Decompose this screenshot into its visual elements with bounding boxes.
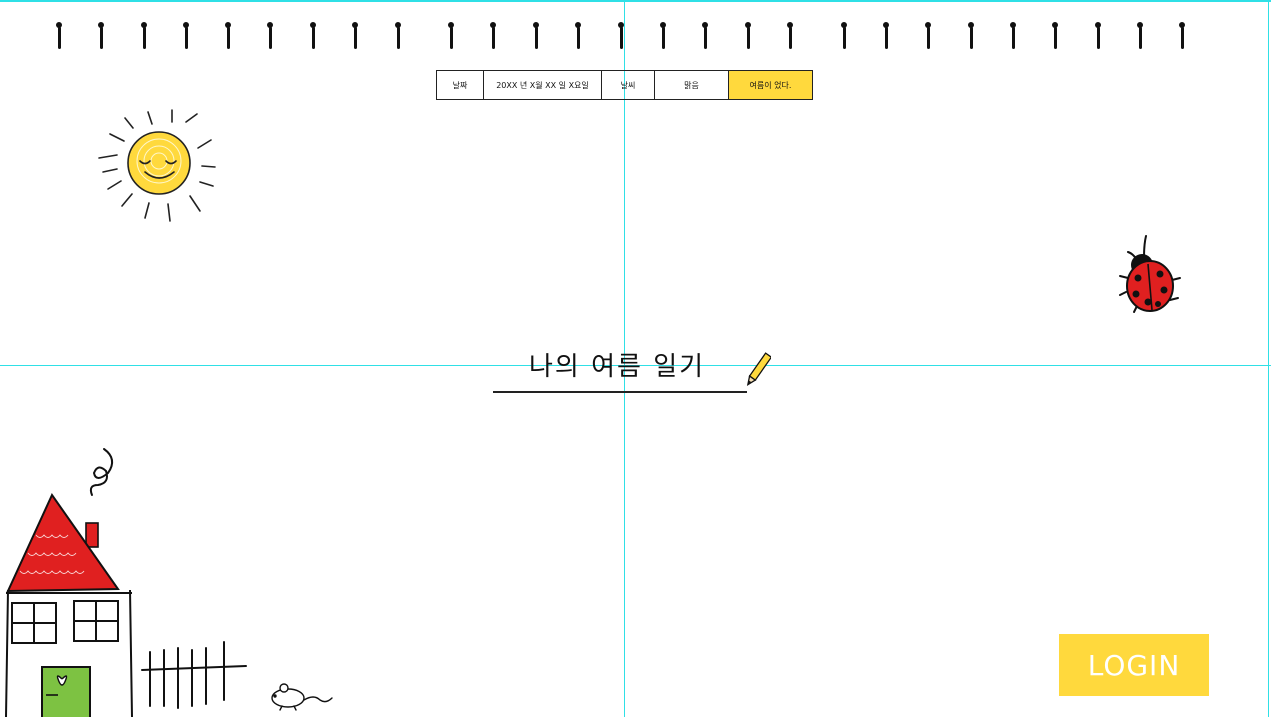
- weather-label: 날씨: [602, 71, 655, 99]
- binder-ring-icon: [882, 22, 890, 50]
- binder-ring-icon: [1178, 22, 1186, 50]
- binder-ring-icon: [840, 22, 848, 50]
- binder-ring-icon: [182, 22, 190, 50]
- binder-ring-icon: [309, 22, 317, 50]
- guide-line-top: [0, 0, 1271, 2]
- binder-ring-icon: [574, 22, 582, 50]
- sun-icon: [98, 109, 216, 222]
- mouse-icon: [271, 683, 333, 711]
- binder-ring-icon: [489, 22, 497, 50]
- binder-ring-icon: [1136, 22, 1144, 50]
- diary-page: 날짜 20XX 년 X월 XX 일 X요일 날씨 맑음 여름이 었다. 나의 여…: [0, 0, 1271, 717]
- binder-ring-icon: [55, 22, 63, 50]
- binder-rings: [0, 22, 1271, 52]
- date-label: 날짜: [437, 71, 484, 99]
- binder-ring-icon: [532, 22, 540, 50]
- diary-info-table: 날짜 20XX 년 X월 XX 일 X요일 날씨 맑음 여름이 었다.: [436, 70, 813, 100]
- title-text: 나의 여름 일기: [529, 352, 706, 382]
- binder-ring-icon: [266, 22, 274, 50]
- binder-ring-icon: [97, 22, 105, 50]
- binder-ring-icon: [617, 22, 625, 50]
- binder-ring-icon: [1051, 22, 1059, 50]
- binder-ring-icon: [140, 22, 148, 50]
- house-icon: [5, 448, 133, 717]
- binder-ring-icon: [447, 22, 455, 50]
- binder-ring-icon: [659, 22, 667, 50]
- page-title: 나의 여름 일기: [493, 342, 749, 393]
- diary-note: 여름이 었다.: [729, 71, 812, 99]
- login-button[interactable]: LOGIN: [1059, 634, 1209, 696]
- fence-icon: [141, 641, 247, 709]
- weather-value: 맑음: [655, 71, 729, 99]
- pencil-icon: [746, 352, 771, 386]
- binder-ring-icon: [924, 22, 932, 50]
- guide-line-right: [1268, 0, 1269, 717]
- binder-ring-icon: [224, 22, 232, 50]
- binder-ring-icon: [701, 22, 709, 50]
- date-value: 20XX 년 X월 XX 일 X요일: [484, 71, 602, 99]
- binder-ring-icon: [1009, 22, 1017, 50]
- binder-ring-icon: [1094, 22, 1102, 50]
- binder-ring-icon: [744, 22, 752, 50]
- title-underline: [493, 391, 747, 393]
- ladybug-icon: [1119, 235, 1181, 313]
- binder-ring-icon: [967, 22, 975, 50]
- binder-ring-icon: [351, 22, 359, 50]
- binder-ring-icon: [394, 22, 402, 50]
- binder-ring-icon: [786, 22, 794, 50]
